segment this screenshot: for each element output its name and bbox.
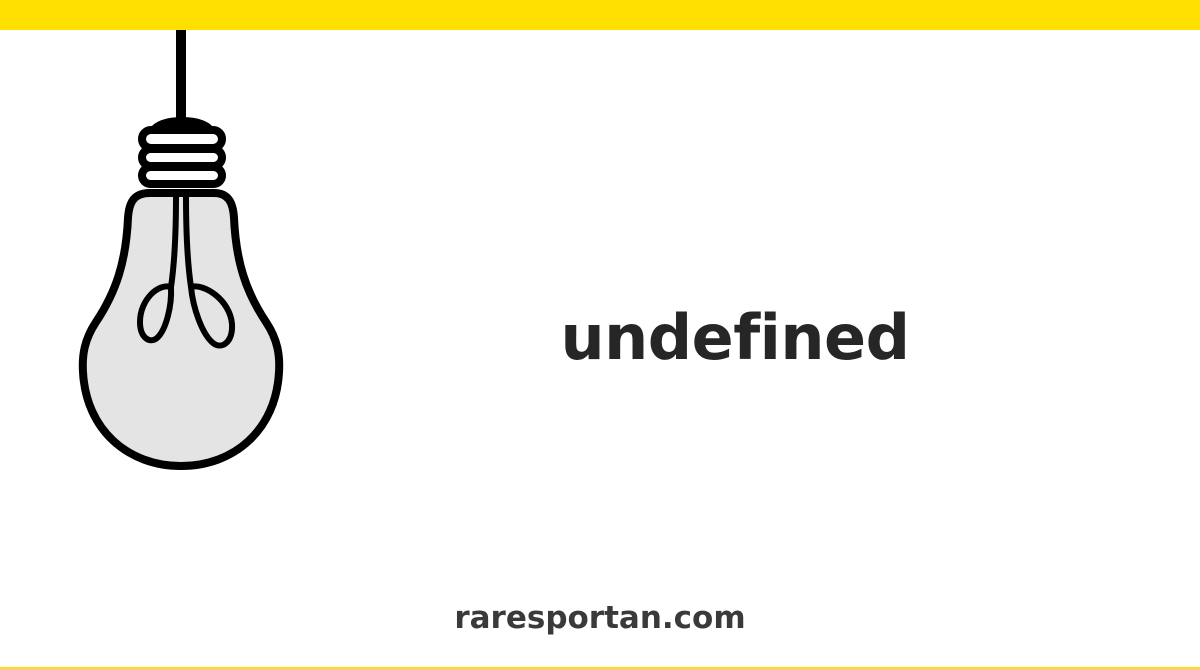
light-bulb-icon (78, 30, 284, 470)
socket-ring-3 (138, 163, 226, 188)
page-title: undefined (560, 301, 910, 374)
bulb-glass (78, 189, 284, 470)
site-name: raresportan.com (454, 600, 746, 636)
page: undefined raresportan.com (0, 0, 1200, 669)
cord (176, 30, 186, 120)
